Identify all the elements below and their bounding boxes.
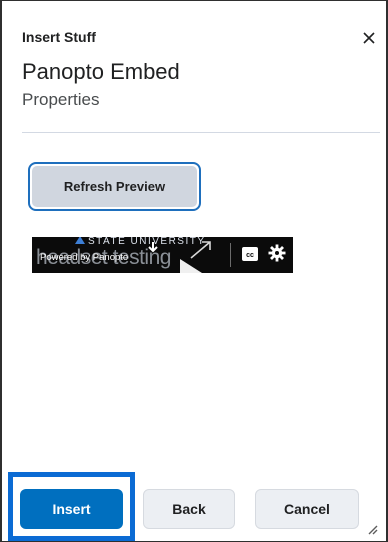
page-subheading: Properties [22, 90, 100, 109]
powered-by-text: Powered by Panopto [40, 252, 129, 263]
cancel-button[interactable]: Cancel [255, 489, 359, 529]
closed-captions-icon[interactable]: cc [242, 247, 258, 261]
svg-text:cc: cc [246, 252, 254, 259]
resize-handle-icon[interactable] [366, 523, 378, 535]
video-preview[interactable]: STATE UNIVERSITY headset testing Powered… [32, 237, 293, 273]
expand-icon[interactable] [188, 239, 214, 261]
refresh-preview-button[interactable]: Refresh Preview [28, 162, 201, 211]
page-heading: Panopto Embed [22, 59, 180, 84]
gear-icon[interactable] [268, 244, 286, 262]
back-button[interactable]: Back [143, 489, 235, 529]
refresh-preview-label: Refresh Preview [32, 166, 197, 207]
controls-separator [230, 243, 231, 267]
close-button[interactable] [356, 25, 382, 51]
dialog-title: Insert Stuff [22, 29, 96, 45]
insert-button[interactable]: Insert [20, 489, 123, 529]
header-divider [22, 132, 380, 133]
download-icon[interactable] [146, 241, 160, 255]
university-logo-icon [75, 237, 85, 244]
insert-stuff-dialog: Insert Stuff Panopto Embed Properties Re… [0, 0, 388, 542]
play-icon[interactable] [180, 259, 202, 273]
close-icon [363, 32, 375, 44]
